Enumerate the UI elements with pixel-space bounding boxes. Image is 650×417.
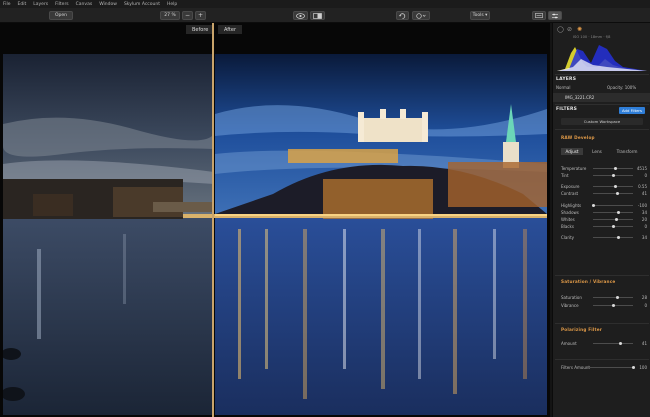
- raw-tabs: Adjust Lens Transform: [553, 148, 650, 156]
- slider-value: 0: [644, 224, 647, 229]
- right-panel: ◯ ⊘ ✺ ISO 100 · 18mm · f/8 LAYERS Normal…: [552, 23, 650, 417]
- undo-icon[interactable]: [396, 11, 409, 20]
- slider-label: Tint: [561, 173, 569, 178]
- saturation-title[interactable]: Saturation / Vibrance: [561, 279, 615, 284]
- menu-canvas[interactable]: Canvas: [76, 2, 93, 7]
- slider-label: Temperature: [561, 166, 587, 171]
- slider-value: 41: [641, 341, 647, 346]
- menu-help[interactable]: Help: [167, 2, 177, 7]
- opacity-control[interactable]: Opacity: 100%: [607, 85, 636, 90]
- zoom-in-button[interactable]: +: [195, 11, 206, 20]
- polarizing-title[interactable]: Polarizing Filter: [561, 327, 602, 332]
- filters-amount-label: Filters Amount: [561, 365, 590, 370]
- menu-bar: File Edit Layers Filters Canvas Window Skylum …: [0, 0, 650, 8]
- slider-label: Shadows: [561, 210, 579, 215]
- zoom-out-button[interactable]: −: [182, 11, 193, 20]
- slider-label: Vibrance: [561, 303, 579, 308]
- slider-value: 4515: [636, 166, 647, 171]
- slider-value: 0: [644, 173, 647, 178]
- slider-label: Saturation: [561, 295, 582, 300]
- circle-icon[interactable]: ◯: [557, 26, 564, 33]
- slider-value: 34: [641, 210, 647, 215]
- slider-knob[interactable]: [611, 225, 615, 228]
- slider-knob[interactable]: [616, 192, 620, 195]
- slider-knob[interactable]: [617, 211, 621, 214]
- menu-layers[interactable]: Layers: [33, 2, 48, 7]
- slider-track[interactable]: [593, 237, 633, 238]
- slider-track[interactable]: [593, 212, 633, 213]
- slider-value: 20: [641, 217, 647, 222]
- histogram: ISO 100 · 18mm · f/8: [553, 35, 650, 73]
- slider-track[interactable]: [593, 193, 633, 194]
- compare-view-icon[interactable]: [310, 11, 325, 20]
- slider-value: 28: [641, 295, 647, 300]
- slider-label: Contrast: [561, 191, 579, 196]
- tab-adjust[interactable]: Adjust: [561, 148, 583, 155]
- histogram-graph: [557, 45, 647, 71]
- raw-develop-title[interactable]: RAW Develop: [561, 135, 595, 140]
- slider-label: Whites: [561, 217, 575, 222]
- slider-label: Amount: [561, 341, 577, 346]
- layer-file-name: IMG_3221.CR2: [565, 95, 595, 100]
- menu-skylum-account[interactable]: Skylum Account: [124, 2, 160, 7]
- slider-knob[interactable]: [611, 304, 615, 307]
- filters-amount-value: 100: [639, 365, 647, 370]
- panel-icon-row: ◯ ⊘ ✺: [553, 25, 650, 34]
- slider-label: Blacks: [561, 224, 574, 229]
- slider-value: -100: [637, 203, 647, 208]
- history-icon[interactable]: [412, 11, 430, 20]
- open-button[interactable]: Open: [49, 11, 73, 20]
- slider-value: 0: [644, 303, 647, 308]
- slider-knob[interactable]: [618, 342, 622, 345]
- workspace-dropdown[interactable]: Custom Workspace: [561, 118, 643, 125]
- image-canvas[interactable]: Before After: [0, 23, 550, 417]
- toolbar: Open 27 % − + Tools ▾: [0, 8, 650, 23]
- slider-knob[interactable]: [611, 174, 615, 177]
- exif-info: ISO 100 · 18mm · f/8: [573, 35, 611, 39]
- slider-value: 34: [641, 235, 647, 240]
- layers-title: LAYERS: [556, 77, 577, 82]
- slider-label: Exposure: [561, 184, 580, 189]
- slider-track[interactable]: [593, 205, 633, 206]
- photo-preview: [3, 54, 547, 415]
- menu-edit[interactable]: Edit: [18, 2, 27, 7]
- slider-knob[interactable]: [613, 167, 617, 170]
- preview-eye-icon[interactable]: [293, 11, 308, 20]
- slider-knob[interactable]: [591, 204, 595, 207]
- slider-value: 0.55: [638, 184, 647, 189]
- info-panel-icon[interactable]: [532, 11, 546, 20]
- filters-amount-track[interactable]: [589, 367, 633, 368]
- slider-knob[interactable]: [617, 236, 621, 239]
- menu-window[interactable]: Window: [99, 2, 117, 7]
- slider-label: Clarity: [561, 235, 575, 240]
- tab-transform[interactable]: Transform: [611, 148, 643, 155]
- compare-split-handle[interactable]: [212, 23, 214, 417]
- slider-track[interactable]: [593, 219, 633, 220]
- slider-value: 41: [641, 191, 647, 196]
- sun-icon[interactable]: ✺: [577, 26, 582, 33]
- slider-knob[interactable]: [613, 185, 617, 188]
- slider-track[interactable]: [593, 343, 633, 344]
- slider-knob[interactable]: [616, 296, 620, 299]
- menu-filters[interactable]: Filters: [55, 2, 69, 7]
- tools-dropdown[interactable]: Tools ▾: [470, 11, 490, 20]
- blend-mode[interactable]: Normal: [556, 85, 570, 90]
- tab-lens[interactable]: Lens: [585, 148, 609, 155]
- slider-label: Highlights: [561, 203, 582, 208]
- layers-icon[interactable]: ⊘: [567, 26, 572, 33]
- adjustments-icon[interactable]: [548, 11, 562, 20]
- menu-file[interactable]: File: [3, 2, 11, 7]
- slider-knob[interactable]: [614, 218, 618, 221]
- zoom-dropdown[interactable]: 27 %: [160, 11, 180, 20]
- after-label: After: [218, 25, 243, 34]
- add-filters-button[interactable]: Add Filters: [619, 107, 645, 114]
- slider-track[interactable]: [593, 297, 633, 298]
- layer-item[interactable]: IMG_3221.CR2: [553, 93, 650, 102]
- filters-title: FILTERS: [556, 107, 578, 112]
- before-label: Before: [186, 25, 215, 34]
